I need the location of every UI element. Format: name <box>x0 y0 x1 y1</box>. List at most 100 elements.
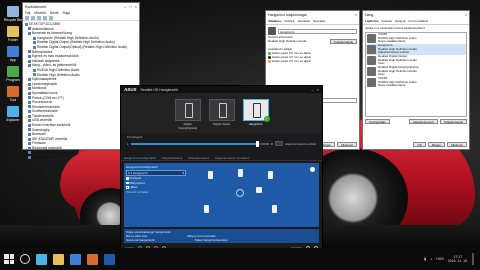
tab[interactable]: Speciális <box>313 19 325 23</box>
desktop-shortcut[interactable]: Tool <box>3 86 23 102</box>
tab[interactable]: Javítások <box>297 19 310 23</box>
shortcut-icon <box>7 66 19 77</box>
device-category-icon <box>33 73 36 77</box>
tree-item-label: Képeszközök <box>32 155 52 160</box>
speaker-shape <box>252 103 261 118</box>
properties-icon[interactable] <box>37 16 41 20</box>
sound-title: Hang <box>365 12 374 17</box>
sound-titlebar[interactable]: Hang × <box>363 11 469 18</box>
shortcut-label: Tool <box>9 98 17 102</box>
listener-icon <box>236 189 244 197</box>
speaker-icon <box>367 67 376 76</box>
close-icon[interactable]: × <box>355 12 357 17</box>
search-icon[interactable] <box>20 254 30 264</box>
device-manager-titlebar[interactable]: Eszközkezelő – □ × <box>23 3 139 10</box>
tab[interactable]: Szobakorrekció <box>188 156 209 160</box>
tab[interactable]: Alapértelmezett formátum <box>215 156 249 160</box>
desktop-shortcut[interactable]: App <box>3 46 23 62</box>
clock[interactable]: 17:17 2016. 11. 15. <box>448 255 468 263</box>
desktop-shortcut[interactable]: Folder <box>3 26 23 42</box>
speaker-fill-option[interactable]: Teljes hangszórókezelés <box>195 238 228 242</box>
speaker-icon: ✓ <box>242 99 270 122</box>
desktop-shortcut[interactable]: Explorer <box>3 106 23 122</box>
tab[interactable]: Felvétel <box>382 19 393 23</box>
rear-left-speaker-icon[interactable] <box>204 205 209 213</box>
taskbar-app-icon[interactable] <box>70 253 81 265</box>
asus-logo: ASUS <box>124 87 137 92</box>
close-icon[interactable]: × <box>317 87 319 92</box>
output-device-tile[interactable]: Digital Output(Optical) <box>174 99 201 131</box>
device-category-icon <box>28 105 31 109</box>
controller-properties-button[interactable]: Tulajdonságok <box>329 39 357 44</box>
minimize-icon[interactable]: – <box>311 87 313 92</box>
start-button[interactable] <box>4 254 14 264</box>
shortcut-label: Program <box>6 78 20 82</box>
front-right-speaker-icon[interactable] <box>268 171 273 179</box>
play-test-icon[interactable] <box>310 167 315 172</box>
configure-button[interactable]: Konfigurálás <box>365 119 390 124</box>
speaker-properties-titlebar[interactable]: Hangszóró tulajdonságai × <box>266 11 359 18</box>
playback-device-item[interactable]: VS248 NVIDIA High Definition Audio Nincs c… <box>366 76 466 88</box>
back-icon[interactable] <box>25 16 29 20</box>
volume-icon[interactable]: ◖ <box>430 257 432 261</box>
cancel-button[interactable]: Mégse <box>427 142 445 147</box>
language-indicator[interactable]: HUN <box>436 257 444 261</box>
surround-option[interactable]: Surround hangszórók <box>126 238 155 242</box>
virtual-surround-label: Virtuális térhatás <box>126 189 149 194</box>
speaker-properties-tabs: Általános Szintek Javítások Speciális <box>266 18 359 25</box>
volume-slider[interactable] <box>130 140 269 147</box>
mute-button[interactable] <box>274 141 283 146</box>
output-device-selector: Digital Output(Optical) Digital Output ✓ Ha… <box>121 93 322 133</box>
tab[interactable]: Hangeffektusok <box>162 156 183 160</box>
front-left-speaker-icon[interactable] <box>208 171 213 179</box>
device-category-icon <box>28 133 31 137</box>
realtek-titlebar[interactable]: ASUS Realtek HD Hangkezelő – × <box>121 86 322 93</box>
speaker-icon <box>367 56 376 65</box>
taskbar-app-icon[interactable] <box>104 253 115 265</box>
output-device-tile[interactable]: Digital Output <box>208 99 235 131</box>
shortcut-label: App <box>9 58 17 62</box>
device-category-icon <box>28 82 31 86</box>
ok-button[interactable]: OK <box>413 142 426 147</box>
device-category-icon <box>28 77 31 81</box>
volume-knob[interactable] <box>256 140 260 147</box>
forward-icon[interactable] <box>31 16 35 20</box>
speaker-layout-diagram <box>190 165 317 225</box>
tab[interactable]: Lejátszás <box>365 19 379 23</box>
tab[interactable]: Hangszóró konfiguráció <box>124 156 156 160</box>
menu-item[interactable]: Művelet <box>34 11 46 15</box>
help-icon[interactable] <box>43 16 47 20</box>
subwoofer-icon[interactable] <box>256 187 262 193</box>
device-name-field[interactable]: Hangszóró <box>278 28 357 34</box>
output-device-tile[interactable]: ✓ Hangszóró <box>242 99 270 131</box>
speaker-icon <box>367 78 376 87</box>
close-icon[interactable]: × <box>135 4 137 9</box>
tab[interactable]: Hangok <box>395 19 405 23</box>
sound-playback-window: Hang × Lejátszás Felvétel Hangok Kommunikác… <box>362 10 470 150</box>
minimize-icon[interactable]: – <box>124 4 126 9</box>
apply-button[interactable]: Alkalmaz <box>336 142 357 147</box>
taskbar-app-icon[interactable] <box>53 253 64 265</box>
set-default-button[interactable]: Alapértelmezett <box>408 119 438 124</box>
show-desktop-button[interactable] <box>472 253 474 265</box>
menu-item[interactable]: Nézet <box>50 11 59 15</box>
device-category-icon <box>28 59 31 63</box>
desktop-shortcut[interactable]: Program <box>3 66 23 82</box>
tab[interactable]: Szintek <box>285 19 295 23</box>
taskbar-app-icon[interactable] <box>87 253 98 265</box>
maximize-icon[interactable]: □ <box>129 4 131 9</box>
tab[interactable]: Általános <box>268 19 282 23</box>
menu-item[interactable]: Súgó <box>62 11 70 15</box>
apply-button[interactable]: Alkalmaz <box>446 142 467 147</box>
network-icon[interactable]: ▮ <box>424 257 426 261</box>
close-icon[interactable]: × <box>465 12 467 17</box>
device-text: VS248 NVIDIA High Definition Audio Nincs c… <box>378 76 417 88</box>
taskbar-app-icon[interactable] <box>36 253 47 265</box>
monitor-icon[interactable] <box>49 16 53 20</box>
tab[interactable]: Kommunikáció <box>408 19 428 23</box>
center-speaker-icon[interactable] <box>238 169 243 177</box>
playback-properties-button[interactable]: Tulajdonságok <box>439 119 467 124</box>
rear-right-speaker-icon[interactable] <box>272 205 277 213</box>
menu-item[interactable]: Fájl <box>25 11 30 15</box>
desktop-shortcut[interactable]: Recycle Bin <box>3 6 23 22</box>
